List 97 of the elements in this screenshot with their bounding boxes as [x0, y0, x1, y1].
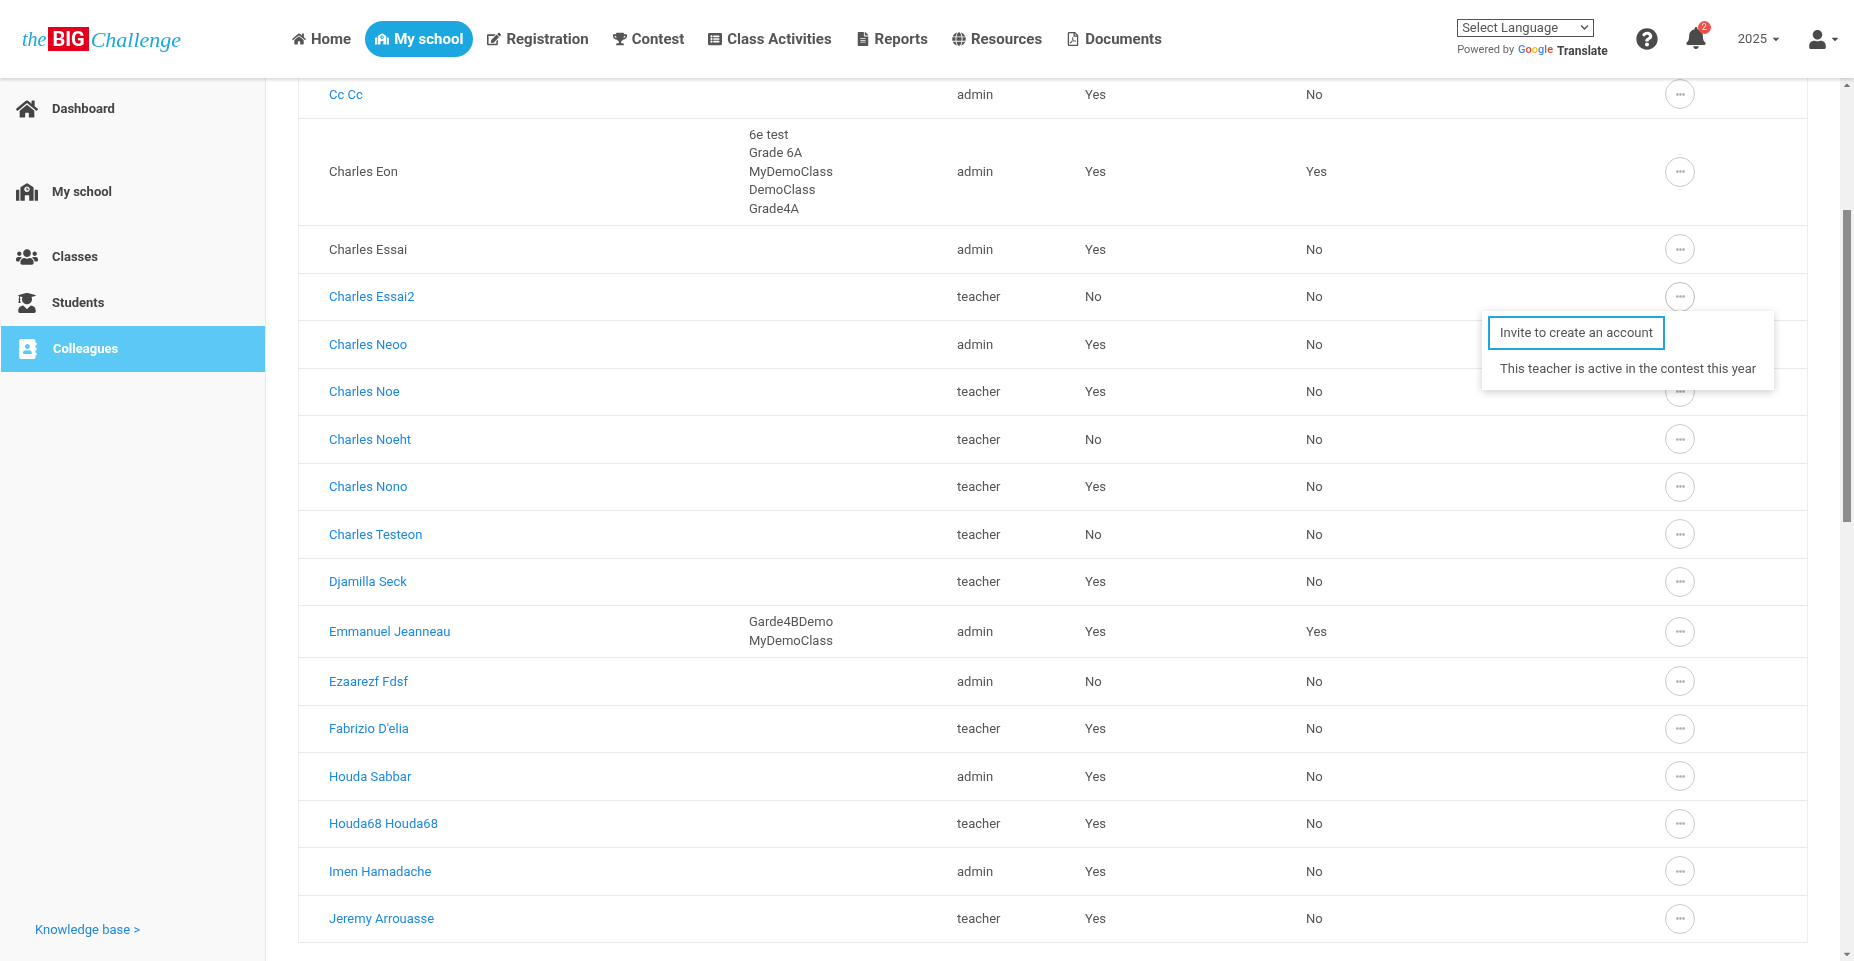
table-cell: No — [1306, 526, 1323, 542]
colleague-link[interactable]: Ezaarezf Fdsf — [329, 673, 408, 689]
notification-count: 2 — [1697, 21, 1711, 34]
language-select[interactable]: Select Language — [1457, 18, 1595, 37]
table-cell: Yes — [1085, 721, 1106, 736]
colleague-link[interactable]: Charles Noe — [329, 384, 400, 399]
table-cell: Yes — [1085, 384, 1106, 399]
sidebar-item[interactable]: My school — [0, 169, 265, 215]
colleague-link[interactable]: Fabrizio D'elia — [329, 721, 409, 736]
knowledge-base-link[interactable]: Knowledge base > — [35, 919, 265, 939]
table-cell: No — [1306, 431, 1323, 447]
table-cell: Charles Essai — [329, 241, 408, 257]
colleague-link[interactable]: Emmanuel Jeanneau — [329, 623, 451, 639]
logo[interactable]: the BIG Challenge — [22, 22, 212, 56]
table-cell: teacher — [957, 574, 1001, 589]
colleague-link[interactable]: Imen Hamadache — [329, 863, 432, 879]
table-cell: teacher — [957, 479, 1001, 494]
sidebar-item[interactable]: Students — [0, 280, 265, 326]
table-cell: admin — [957, 336, 994, 352]
table-cell: admin — [957, 673, 994, 689]
table-cell: No — [1306, 86, 1323, 102]
table-cell: Yes — [1306, 164, 1327, 179]
table-cell: No — [1306, 289, 1323, 304]
table-cell-text: Garde4BDemo — [749, 613, 834, 631]
table-cell: teacher — [957, 289, 1001, 304]
table-cell: No — [1306, 574, 1323, 589]
google-logo: Google — [1518, 42, 1554, 59]
table-cell: teacher — [957, 911, 1001, 926]
table-cell: 6e test — [749, 125, 789, 144]
table-cell: No — [1085, 431, 1102, 447]
table-cell: teacher — [957, 816, 1001, 831]
nav-tab[interactable]: Home — [282, 21, 362, 57]
table-cell: Yes — [1085, 241, 1106, 257]
table-cell: Charles Eon — [329, 164, 398, 179]
table-cell: No — [1306, 816, 1323, 831]
sidebar-item[interactable]: Dashboard — [0, 86, 265, 132]
table-cell: admin — [957, 86, 994, 102]
table-cell: Yes — [1085, 86, 1106, 102]
table-cell: Yes — [1085, 863, 1106, 879]
table-cell: Yes — [1085, 623, 1106, 639]
table-cell: No — [1306, 384, 1323, 399]
nav-tab[interactable]: Reports — [845, 21, 938, 57]
colleague-link[interactable]: Charles Noeht — [329, 431, 412, 447]
nav-tab[interactable]: Contest — [602, 21, 695, 57]
nav-tab[interactable]: Registration — [477, 21, 599, 57]
colleague-link[interactable]: Charles Essai2 — [329, 289, 415, 304]
table-cell: No — [1306, 673, 1323, 689]
table-cell: admin — [957, 623, 994, 639]
table-cell: teacher — [957, 384, 1001, 399]
nav-tab[interactable]: Resources — [941, 21, 1053, 57]
table-cell-text: DemoClass — [749, 181, 816, 199]
table-cell: teacher — [957, 721, 1001, 736]
year-dropdown[interactable]: 2025 — [1737, 29, 1781, 49]
table-cell: No — [1306, 479, 1323, 494]
table-cell: MyDemoClass — [749, 631, 833, 650]
table-cell: teacher — [957, 431, 1001, 447]
colleague-link[interactable]: Charles Neoo — [329, 336, 408, 352]
table-cell: No — [1306, 768, 1323, 784]
colleague-link[interactable]: Houda Sabbar — [329, 768, 412, 784]
table-cell: No — [1085, 289, 1102, 304]
table-cell: No — [1306, 241, 1323, 257]
colleague-link[interactable]: Charles Nono — [329, 479, 408, 494]
nav-tab[interactable]: Class Activities — [698, 21, 842, 57]
nav-tab[interactable]: Documents — [1056, 21, 1172, 57]
menu-item[interactable]: This teacher is active in the contest this year — [1488, 351, 1769, 385]
powered-by-text: Powered by — [1457, 42, 1515, 59]
table-cell: Yes — [1085, 479, 1106, 494]
colleague-link[interactable]: Houda68 Houda68 — [329, 816, 438, 831]
table-cell-text: Grade 6A — [749, 144, 803, 162]
table-cell: No — [1306, 721, 1323, 736]
table-cell: Yes — [1085, 164, 1106, 179]
table-cell: teacher — [957, 526, 1001, 542]
table-cell: Grade4A — [749, 199, 800, 218]
colleague-link[interactable]: Djamilla Seck — [329, 574, 407, 589]
table-cell: No — [1085, 673, 1102, 689]
colleague-link[interactable]: Jeremy Arrouasse — [329, 911, 435, 926]
colleague-link[interactable]: Charles Testeon — [329, 526, 423, 542]
table-cell: Yes — [1085, 911, 1106, 926]
translate-text: Translate — [1557, 42, 1608, 60]
colleague-link[interactable]: Cc Cc — [329, 86, 363, 102]
sidebar-item[interactable]: Classes — [0, 234, 265, 280]
table-cell: No — [1306, 911, 1323, 926]
table-cell: No — [1085, 526, 1102, 542]
menu-item[interactable]: Invite to create an account — [1488, 316, 1665, 350]
table-cell: Yes — [1306, 623, 1327, 639]
table-cell: admin — [957, 768, 994, 784]
table-cell: admin — [957, 164, 994, 179]
table-cell: admin — [957, 241, 994, 257]
table-cell: No — [1306, 336, 1323, 352]
table-cell: No — [1306, 863, 1323, 879]
table-cell: admin — [957, 863, 994, 879]
table-cell: Yes — [1085, 768, 1106, 784]
nav-tab[interactable]: My school — [365, 21, 474, 57]
table-cell: Yes — [1085, 816, 1106, 831]
table-cell: MyDemoClass — [749, 162, 833, 181]
table-cell: Yes — [1085, 574, 1106, 589]
table-cell: Yes — [1085, 336, 1106, 352]
